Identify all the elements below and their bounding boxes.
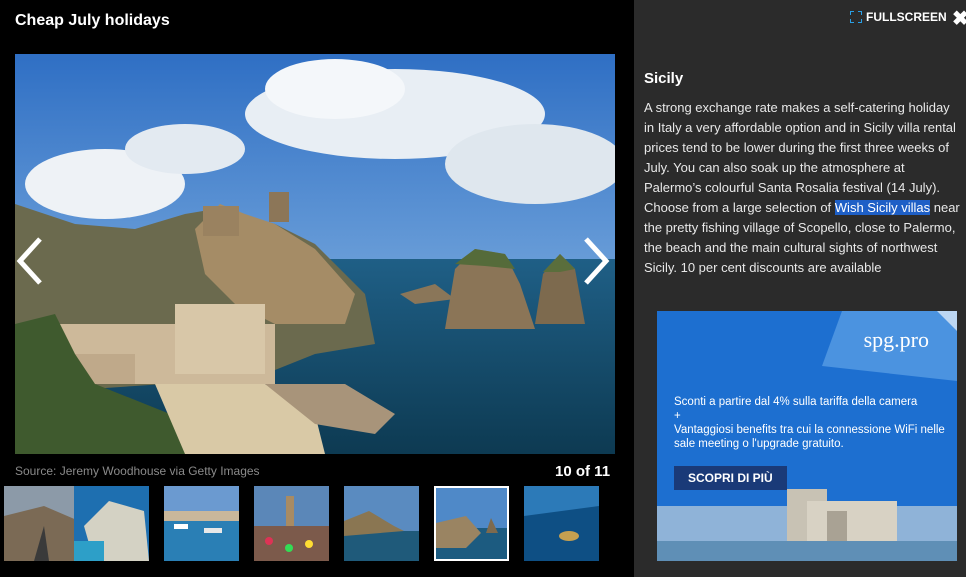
thumbnail-strip [0, 486, 634, 561]
thumbnail[interactable] [4, 486, 79, 561]
fullscreen-label: FULLSCREEN [866, 10, 947, 24]
gallery-panel: Cheap July holidays Source: Jeremy Woodh… [0, 0, 634, 577]
ad-line: + [674, 410, 681, 422]
close-icon: ✖ [952, 8, 966, 30]
thumbnail[interactable] [74, 486, 149, 561]
expand-icon [850, 11, 862, 23]
thumbnail[interactable] [164, 486, 239, 561]
gallery-title: Cheap July holidays [15, 12, 170, 29]
fullscreen-button[interactable]: FULLSCREEN [850, 10, 947, 24]
chevron-right-icon [584, 237, 610, 285]
ad-line: Vantaggiosi benefits tra cui la connessi… [674, 424, 945, 450]
chevron-left-icon [16, 237, 42, 285]
ad-logo: spg.pro [863, 327, 929, 352]
caption-heading: Sicily [644, 70, 684, 87]
close-button[interactable]: ✖ [952, 6, 966, 31]
thumbnail[interactable] [344, 486, 419, 561]
caption-text: A strong exchange rate makes a self-cate… [644, 98, 960, 278]
next-arrow-button[interactable] [580, 235, 612, 287]
advertisement[interactable]: spg.pro Sconti a partire dal 4% sulla ta… [657, 311, 957, 561]
prev-arrow-button[interactable] [14, 235, 46, 287]
ad-line: Sconti a partire dal 4% sulla tariffa de… [674, 396, 918, 408]
ad-text: Sconti a partire dal 4% sulla tariffa de… [674, 395, 954, 451]
ad-cta-button[interactable]: SCOPRI DI PIÙ [674, 466, 787, 490]
thumbnail[interactable] [254, 486, 329, 561]
main-photo [15, 54, 615, 454]
wish-sicily-villas-link[interactable]: Wish Sicily villas [834, 200, 931, 215]
thumbnail-active[interactable] [434, 486, 509, 561]
caption-panel: FULLSCREEN ✖ Sicily A strong exchange ra… [634, 0, 966, 577]
photo-source: Source: Jeremy Woodhouse via Getty Image… [15, 464, 260, 478]
thumbnail[interactable] [524, 486, 599, 561]
slide-counter: 10 of 11 [555, 463, 611, 480]
caption-text-part: A strong exchange rate makes a self-cate… [644, 100, 956, 215]
